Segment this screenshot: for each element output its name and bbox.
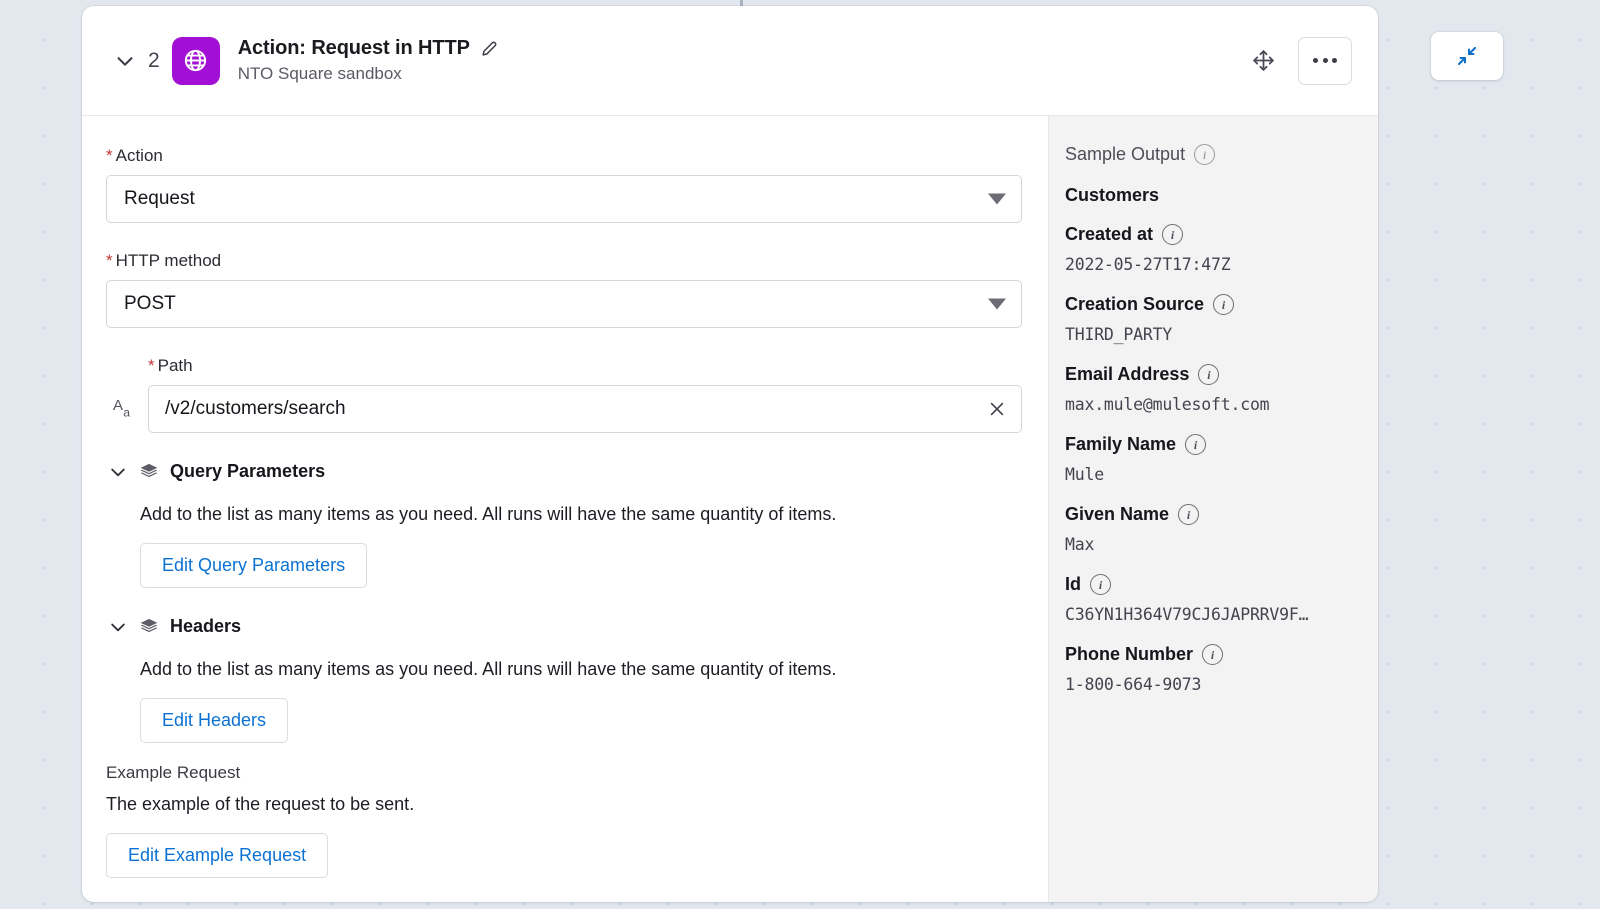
action-node-card: 2 Action: Request in HTTP NTO Square san… bbox=[82, 6, 1378, 902]
field-key-text: Email Address bbox=[1065, 364, 1190, 384]
headers-title: Headers bbox=[170, 616, 242, 636]
svg-text:A: A bbox=[113, 397, 123, 414]
field-key-text: Phone Number bbox=[1065, 644, 1194, 664]
sample-output-field: Email Address i max.mule@mulesoft.com bbox=[1065, 364, 1378, 414]
required-marker: * bbox=[106, 146, 113, 165]
sample-output-field-key: Phone Number i bbox=[1065, 644, 1378, 665]
info-icon[interactable]: i bbox=[1090, 574, 1111, 595]
path-label: * Path bbox=[148, 356, 1022, 376]
query-parameters-description: Add to the list as many items as you nee… bbox=[140, 504, 837, 524]
info-icon[interactable]: i bbox=[1202, 644, 1224, 665]
headers-section-header[interactable]: Headers bbox=[82, 616, 1048, 637]
field-key-text: Given Name bbox=[1065, 504, 1170, 524]
collapse-arrows-icon bbox=[1457, 46, 1477, 66]
node-collapse-chevron-down-icon[interactable] bbox=[110, 46, 140, 76]
edit-example-request-button[interactable]: Edit Example Request bbox=[106, 833, 329, 878]
info-icon[interactable]: i bbox=[1198, 364, 1220, 385]
sample-output-title-text: Sample Output bbox=[1065, 144, 1186, 164]
action-select-value: Request bbox=[124, 188, 195, 209]
field-key-text: Family Name bbox=[1065, 434, 1177, 454]
sample-output-field: Given Name i Max bbox=[1065, 504, 1378, 554]
required-marker: * bbox=[148, 356, 155, 375]
svg-text:a: a bbox=[123, 406, 130, 420]
sample-output-panel: Sample Output i Customers Created at i 2… bbox=[1048, 116, 1378, 902]
configuration-form: * Action Request * HTTP method POST * Pa… bbox=[82, 116, 1048, 902]
sample-output-field-value: 1-800-664-9073 bbox=[1065, 675, 1202, 694]
http-method-select-value: POST bbox=[124, 293, 176, 314]
path-input[interactable]: /v2/customers/search bbox=[148, 385, 1022, 433]
example-request-description: The example of the request to be sent. bbox=[106, 794, 415, 814]
headers-description: Add to the list as many items as you nee… bbox=[140, 659, 837, 679]
field-key-text: Created at bbox=[1065, 224, 1154, 244]
sample-output-field-key: Family Name i bbox=[1065, 434, 1378, 455]
required-marker: * bbox=[106, 251, 113, 270]
sample-output-object-name: Customers bbox=[1065, 185, 1160, 205]
path-label-wrap: * Path bbox=[82, 356, 1048, 376]
sample-output-field: Created at i 2022-05-27T17:47Z bbox=[1065, 224, 1378, 274]
http-method-label-text: HTTP method bbox=[115, 251, 222, 270]
action-label: * Action bbox=[106, 146, 1022, 166]
node-more-options-button[interactable] bbox=[1298, 36, 1352, 85]
info-icon[interactable]: i bbox=[1194, 144, 1216, 165]
field-key-text: Id bbox=[1065, 574, 1081, 594]
http-method-field: * HTTP method POST bbox=[82, 251, 1048, 328]
pencil-icon[interactable] bbox=[480, 39, 499, 58]
node-body: * Action Request * HTTP method POST * Pa… bbox=[82, 116, 1378, 902]
sample-output-field-value: max.mule@mulesoft.com bbox=[1065, 395, 1270, 414]
edit-query-parameters-button[interactable]: Edit Query Parameters bbox=[140, 543, 368, 588]
flow-canvas: 2 Action: Request in HTTP NTO Square san… bbox=[0, 0, 1600, 909]
sample-output-field: Id i C36YN1H364V79CJ6JAPRRV9F… bbox=[1065, 574, 1378, 624]
node-header-actions bbox=[1248, 36, 1352, 85]
node-subtitle: NTO Square sandbox bbox=[237, 64, 402, 83]
move-handle-icon[interactable] bbox=[1248, 46, 1278, 76]
sample-output-title: Sample Output i bbox=[1065, 144, 1378, 165]
info-icon[interactable]: i bbox=[1185, 434, 1207, 455]
sample-output-field: Creation Source i THIRD_PARTY bbox=[1065, 294, 1378, 344]
close-icon[interactable] bbox=[987, 399, 1007, 419]
chevron-down-icon bbox=[988, 298, 1006, 310]
info-icon[interactable]: i bbox=[1162, 224, 1184, 245]
action-select[interactable]: Request bbox=[106, 175, 1022, 223]
sample-output-field-value: C36YN1H364V79CJ6JAPRRV9F… bbox=[1065, 605, 1309, 624]
layers-icon bbox=[139, 617, 159, 637]
edit-headers-button[interactable]: Edit Headers bbox=[140, 698, 289, 743]
node-header-text: Action: Request in HTTP NTO Square sandb… bbox=[238, 37, 1248, 84]
sample-output-field-value: 2022-05-27T17:47Z bbox=[1065, 255, 1231, 274]
node-title: Action: Request in HTTP bbox=[237, 37, 470, 59]
query-parameters-section-header[interactable]: Query Parameters bbox=[82, 461, 1048, 482]
sample-output-field-value: Mule bbox=[1065, 465, 1104, 484]
path-field-row: A a /v2/customers/search bbox=[82, 385, 1048, 433]
chevron-down-icon bbox=[108, 462, 128, 482]
chevron-down-icon bbox=[108, 617, 128, 637]
http-method-select[interactable]: POST bbox=[106, 280, 1022, 328]
text-format-icon[interactable]: A a bbox=[106, 394, 148, 424]
sample-output-field-value: THIRD_PARTY bbox=[1065, 325, 1173, 344]
step-number: 2 bbox=[148, 48, 160, 72]
sample-output-field-key: Id i bbox=[1065, 574, 1378, 595]
sample-output-field-value: Max bbox=[1065, 535, 1095, 554]
example-request-label: Example Request bbox=[106, 763, 241, 782]
info-icon[interactable]: i bbox=[1213, 294, 1235, 315]
chevron-down-icon bbox=[988, 193, 1006, 205]
path-input-value: /v2/customers/search bbox=[165, 398, 346, 419]
info-icon[interactable]: i bbox=[1178, 504, 1200, 525]
node-header: 2 Action: Request in HTTP NTO Square san… bbox=[82, 6, 1378, 116]
path-label-text: Path bbox=[157, 356, 193, 375]
sample-output-field-key: Created at i bbox=[1065, 224, 1378, 245]
sample-output-field: Phone Number i 1-800-664-9073 bbox=[1065, 644, 1378, 694]
http-method-label: * HTTP method bbox=[106, 251, 1022, 271]
action-field: * Action Request bbox=[82, 146, 1048, 223]
sample-output-field-key: Creation Source i bbox=[1065, 294, 1378, 315]
query-parameters-title: Query Parameters bbox=[170, 461, 326, 481]
collapse-all-button[interactable] bbox=[1431, 32, 1503, 80]
globe-icon bbox=[171, 36, 220, 85]
sample-output-field-key: Given Name i bbox=[1065, 504, 1378, 525]
sample-output-field: Family Name i Mule bbox=[1065, 434, 1378, 484]
field-key-text: Creation Source bbox=[1065, 294, 1205, 314]
action-label-text: Action bbox=[115, 146, 163, 165]
ellipsis-icon bbox=[1313, 58, 1337, 63]
sample-output-field-key: Email Address i bbox=[1065, 364, 1378, 385]
layers-icon bbox=[139, 462, 159, 482]
